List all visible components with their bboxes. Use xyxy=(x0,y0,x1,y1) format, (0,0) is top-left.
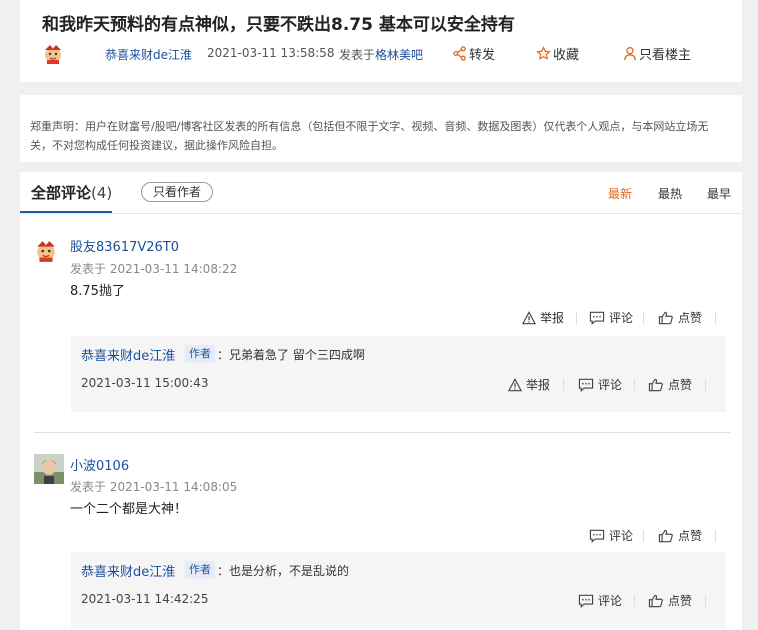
favorite-label: 收藏 xyxy=(553,48,580,63)
warning-icon xyxy=(522,310,536,324)
post-source-label: 发表于 xyxy=(339,48,376,62)
share-button[interactable]: 转发 xyxy=(452,44,495,63)
tab-active-underline xyxy=(20,211,112,213)
post-meta: 恭喜来财de江淮 2021-03-11 13:58:58 发表于格林美吧 转发 … xyxy=(42,42,732,66)
author-avatar[interactable] xyxy=(42,43,64,65)
comment-username[interactable]: 小波0106 xyxy=(70,455,129,474)
post-time: 2021-03-11 13:58:58 xyxy=(207,46,335,60)
action-divider xyxy=(705,379,706,391)
user-avatar[interactable] xyxy=(34,454,64,484)
comment-label: 评论 xyxy=(598,594,623,608)
action-divider xyxy=(705,595,706,607)
report-button[interactable]: 举报 xyxy=(508,376,550,393)
comment-button[interactable]: 评论 xyxy=(578,592,622,609)
favorite-button[interactable]: 收藏 xyxy=(536,44,579,63)
post-header: 和我昨天预料的有点神似，只要不跌出8.75 基本可以安全持有 恭喜来财de江淮 … xyxy=(20,0,742,82)
post-source: 发表于格林美吧 xyxy=(339,46,423,63)
action-divider xyxy=(715,530,716,542)
like-label: 点赞 xyxy=(678,529,703,543)
reply-username[interactable]: 恭喜来财de江淮 xyxy=(81,345,175,364)
comment-icon xyxy=(589,529,605,543)
action-divider xyxy=(643,312,644,324)
comments-tabs: 全部评论(4) 只看作者 最新 最热 最早 xyxy=(20,172,742,214)
post-author-link[interactable]: 恭喜来财de江淮 xyxy=(105,46,192,63)
reply-time: 2021-03-11 15:00:43 xyxy=(81,376,209,390)
like-button[interactable]: 点赞 xyxy=(648,376,692,393)
thumbs-up-icon xyxy=(658,529,673,542)
reply-text: ：也是分析，不是乱说的 xyxy=(217,564,350,578)
sort-earliest[interactable]: 最早 xyxy=(707,185,731,202)
reply-time: 2021-03-11 14:42:25 xyxy=(81,592,209,606)
author-badge: 作者 xyxy=(185,345,215,363)
comment-label: 评论 xyxy=(598,378,623,392)
comment-divider xyxy=(34,432,730,433)
disclaimer-panel: 郑重声明：用户在财富号/股吧/博客社区发表的所有信息（包括但不限于文字、视频、音… xyxy=(20,95,742,162)
author-reply: 恭喜来财de江淮 作者 ：也是分析，不是乱说的 2021-03-11 14:42… xyxy=(71,552,726,628)
like-button[interactable]: 点赞 xyxy=(648,592,692,609)
sort-hottest[interactable]: 最热 xyxy=(658,185,682,202)
action-divider xyxy=(563,379,564,391)
comment-label: 评论 xyxy=(609,529,634,543)
post-title: 和我昨天预料的有点神似，只要不跌出8.75 基本可以安全持有 xyxy=(42,15,515,35)
thumbs-up-icon xyxy=(658,311,673,324)
post-forum-link[interactable]: 格林美吧 xyxy=(375,48,423,62)
action-divider xyxy=(643,530,644,542)
like-button[interactable]: 点赞 xyxy=(658,309,702,326)
action-divider xyxy=(634,379,635,391)
action-divider xyxy=(634,595,635,607)
thumbs-up-icon xyxy=(648,378,663,391)
report-label: 举报 xyxy=(540,311,565,325)
like-label: 点赞 xyxy=(678,311,703,325)
comment-username[interactable]: 股友83617V26T0 xyxy=(70,236,179,255)
share-icon xyxy=(453,46,466,61)
comment-time: 发表于 2021-03-11 14:08:05 xyxy=(70,480,238,494)
comment-icon xyxy=(578,594,594,608)
tab-all-comments[interactable]: 全部评论(4) xyxy=(31,182,112,203)
comment-button[interactable]: 评论 xyxy=(578,376,622,393)
author-reply: 恭喜来财de江淮 作者 ：兄弟着急了 留个三四成啊 2021-03-11 15:… xyxy=(71,336,726,412)
comment-text: 一个二个都是大神！ xyxy=(70,502,188,517)
like-label: 点赞 xyxy=(668,378,693,392)
star-icon xyxy=(536,46,551,60)
user-avatar[interactable] xyxy=(34,239,58,263)
only-owner-label: 只看楼主 xyxy=(639,48,692,63)
action-divider xyxy=(576,312,577,324)
action-divider xyxy=(715,312,716,324)
like-button[interactable]: 点赞 xyxy=(658,527,702,544)
comment-time: 发表于 2021-03-11 14:08:22 xyxy=(70,262,238,276)
user-icon xyxy=(624,47,636,61)
comments-section: 全部评论(4) 只看作者 最新 最热 最早 股友83617V26T0 发表于 2… xyxy=(20,172,742,630)
disclaimer-text: 郑重声明：用户在财富号/股吧/博客社区发表的所有信息（包括但不限于文字、视频、音… xyxy=(30,120,709,152)
comment-button[interactable]: 评论 xyxy=(589,527,633,544)
report-label: 举报 xyxy=(526,378,551,392)
sort-newest[interactable]: 最新 xyxy=(608,185,632,202)
only-owner-button[interactable]: 只看楼主 xyxy=(623,44,691,63)
comment-icon xyxy=(589,311,605,325)
comment-text: 8.75抛了 xyxy=(70,284,125,299)
comment-icon xyxy=(578,378,594,392)
reply-username[interactable]: 恭喜来财de江淮 xyxy=(81,561,175,580)
warning-icon xyxy=(508,377,522,391)
comment-button[interactable]: 评论 xyxy=(589,309,633,326)
share-label: 转发 xyxy=(469,48,496,63)
like-label: 点赞 xyxy=(668,594,693,608)
report-button[interactable]: 举报 xyxy=(522,309,564,326)
comment-count: (4) xyxy=(91,184,113,202)
comment-label: 评论 xyxy=(609,311,634,325)
tab-all-label: 全部评论 xyxy=(31,184,92,202)
author-badge: 作者 xyxy=(185,561,215,579)
only-author-button[interactable]: 只看作者 xyxy=(141,182,214,202)
reply-text: ：兄弟着急了 留个三四成啊 xyxy=(217,348,365,362)
thumbs-up-icon xyxy=(648,594,663,607)
